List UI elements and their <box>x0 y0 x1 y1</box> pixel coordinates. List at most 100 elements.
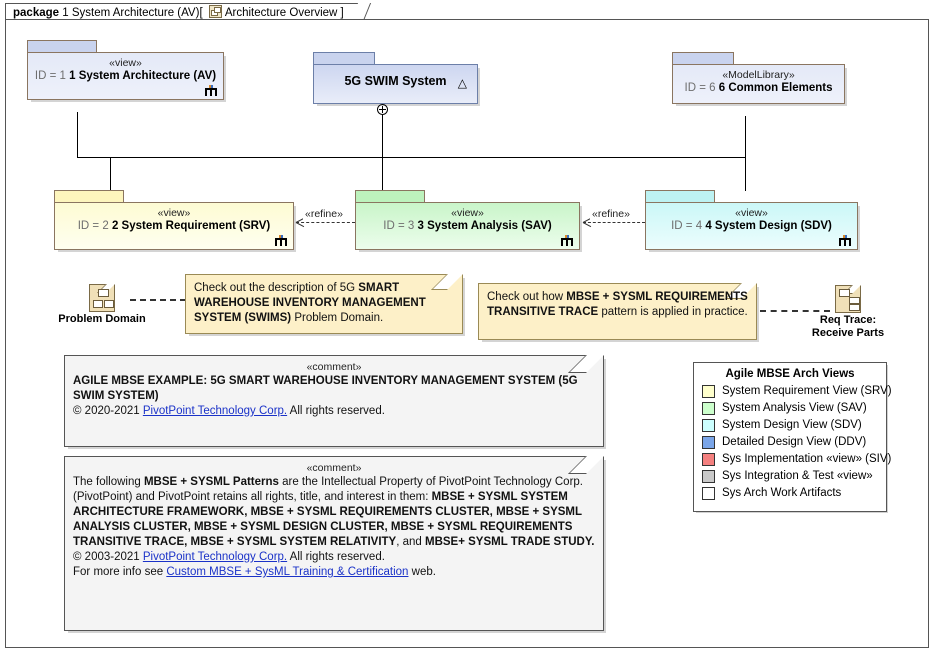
comment-web: web. <box>408 566 436 578</box>
refine-label: «refine» <box>590 208 632 220</box>
legend-item-sav: System Analysis View (SAV) <box>694 400 886 417</box>
legend-swatch <box>702 453 715 466</box>
comment-body: The following MBSE + SYSML Patterns are … <box>65 474 603 584</box>
package-body: «view» ID = 3 3 System Analysis (SAV) <box>355 202 580 250</box>
package-stereotype: «view» <box>451 207 484 219</box>
note-swims-description[interactable]: Check out the description of 5G SMART WA… <box>185 274 463 334</box>
legend-title: Agile MBSE Arch Views <box>725 368 855 380</box>
comment-moreinfo: For more info see <box>73 566 167 578</box>
note-run-0: Check out the description of 5G <box>194 282 359 294</box>
frame-close-bracket: ] <box>340 7 344 19</box>
legend-item-sit: Sys Integration & Test «view» <box>694 468 886 485</box>
legend-label: System Design View (SDV) <box>722 419 862 431</box>
package-body: «view» ID = 1 1 System Architecture (AV) <box>27 52 224 100</box>
package-name: 6 Common Elements <box>718 82 833 94</box>
legend-item-artifacts: Sys Arch Work Artifacts <box>694 485 886 502</box>
package-title: ID = 2 2 System Requirement (SRV) <box>61 219 287 233</box>
link-pivotpoint[interactable]: PivotPoint Technology Corp. <box>143 551 287 563</box>
package-id: ID = 6 <box>684 82 716 94</box>
package-body: «ModelLibrary» ID = 6 6 Common Elements <box>672 64 845 104</box>
legend-label: Detailed Design View (DDV) <box>722 436 867 448</box>
frame-package-name: 1 System Architecture (AV) <box>62 7 200 19</box>
comment-ip-notice[interactable]: «comment» The following MBSE + SYSML Pat… <box>64 456 604 631</box>
note-run-0: Check out how <box>487 291 567 303</box>
comment-run-4: , and <box>396 536 425 548</box>
comment-body: AGILE MBSE EXAMPLE: 5G SMART WAREHOUSE I… <box>65 373 603 423</box>
package-5g-swim-system[interactable]: 5G SWIM System △ <box>313 52 478 104</box>
package-stereotype: «view» <box>157 207 191 219</box>
package-title: ID = 4 4 System Design (SDV) <box>652 219 851 233</box>
legend-item-ddv: Detailed Design View (DDV) <box>694 434 886 451</box>
frame-keyword: package <box>13 7 60 19</box>
package-system-requirement[interactable]: «view» ID = 2 2 System Requirement (SRV) <box>54 190 294 250</box>
comment-agile-mbse-example[interactable]: «comment» AGILE MBSE EXAMPLE: 5G SMART W… <box>64 355 604 447</box>
link-training-certification[interactable]: Custom MBSE + SysML Training & Certifica… <box>166 566 408 578</box>
package-system-analysis[interactable]: «view» ID = 3 3 System Analysis (SAV) <box>355 190 580 250</box>
note-transitive-trace[interactable]: Check out how MBSE + SYSML REQUIREMENTS … <box>478 283 757 340</box>
package-stereotype: «view» <box>735 207 768 219</box>
anchor-problem-domain-note <box>130 299 186 301</box>
view-stereotype-icon <box>839 235 852 246</box>
legend-swatch <box>702 385 715 398</box>
package-system-architecture[interactable]: «view» ID = 1 1 System Architecture (AV) <box>27 40 224 100</box>
frame-diagram-name: Architecture Overview <box>224 7 338 19</box>
package-stereotype: «view» <box>109 57 142 69</box>
comment-run-1: MBSE + SYSML Patterns <box>143 476 279 488</box>
link-pivotpoint[interactable]: PivotPoint Technology Corp. <box>143 405 287 417</box>
legend-label: Sys Arch Work Artifacts <box>722 487 842 499</box>
package-name: 5G SWIM System <box>344 74 447 88</box>
artifact-icon <box>835 285 861 313</box>
legend-swatch <box>702 436 715 449</box>
artifact-icon <box>89 284 115 312</box>
legend-label: Sys Integration & Test «view» <box>722 470 873 482</box>
package-id: ID = 1 <box>34 70 66 82</box>
artifact-label: Req Trace: Receive Parts <box>811 314 885 339</box>
note-run-2: Problem Domain. <box>291 312 384 324</box>
connector-modellib-to-sdv <box>745 116 746 191</box>
legend-label: Sys Implementation «view» (SIV) <box>722 453 892 465</box>
legend-swatch <box>702 487 715 500</box>
refine-label: «refine» <box>303 208 345 220</box>
note-run-2: pattern is applied in practice. <box>598 306 748 318</box>
package-name: 2 System Requirement (SRV) <box>111 220 271 232</box>
package-stereotype: «ModelLibrary» <box>722 69 795 81</box>
comment-run-0: The following <box>73 476 144 488</box>
connector-swim-to-sav <box>382 104 383 191</box>
legend-label: System Analysis View (SAV) <box>722 402 867 414</box>
view-stereotype-icon <box>205 85 218 96</box>
comment-rights: All rights reserved. <box>287 405 385 417</box>
refine-dependency-sav-to-srv[interactable]: «refine» <box>295 208 355 233</box>
legend-item-srv: System Requirement View (SRV) <box>694 383 892 400</box>
frame-open-bracket: [ <box>199 7 203 19</box>
package-name: 1 System Architecture (AV) <box>69 70 217 82</box>
package-body: 5G SWIM System △ <box>313 64 478 104</box>
package-common-elements[interactable]: «ModelLibrary» ID = 6 6 Common Elements <box>672 52 845 104</box>
view-stereotype-icon <box>561 235 574 246</box>
legend-panel: Agile MBSE Arch Views System Requirement… <box>693 362 892 512</box>
comment-title: AGILE MBSE EXAMPLE: 5G SMART WAREHOUSE I… <box>73 375 578 402</box>
note-text: Check out the description of 5G SMART WA… <box>186 275 462 333</box>
package-title: ID = 3 3 System Analysis (SAV) <box>362 219 573 233</box>
package-title: ID = 6 6 Common Elements <box>679 81 838 95</box>
package-body: «view» ID = 2 2 System Requirement (SRV) <box>54 202 294 250</box>
package-name: 3 System Analysis (SAV) <box>417 220 552 232</box>
view-stereotype-icon <box>275 235 288 246</box>
legend-item-siv: Sys Implementation «view» (SIV) <box>694 451 891 468</box>
legend-label: System Requirement View (SRV) <box>722 385 892 397</box>
package-body: «view» ID = 4 4 System Design (SDV) <box>645 202 858 250</box>
artifact-req-trace[interactable]: Req Trace: Receive Parts <box>798 285 898 340</box>
package-name: 4 System Design (SDV) <box>705 220 832 232</box>
legend-item-sdv: System Design View (SDV) <box>694 417 886 434</box>
package-id: ID = 2 <box>77 220 109 232</box>
comment-copyright: © 2003-2021 <box>73 551 143 563</box>
artifact-problem-domain[interactable]: Problem Domain <box>52 284 152 326</box>
refine-dependency-sdv-to-sav[interactable]: «refine» <box>582 208 645 233</box>
note-text: Check out how MBSE + SYSML REQUIREMENTS … <box>479 284 756 339</box>
comment-copyright: © 2020-2021 <box>73 405 143 417</box>
package-system-design[interactable]: «view» ID = 4 4 System Design (SDV) <box>645 190 858 250</box>
package-id: ID = 3 <box>383 220 415 232</box>
connector-sysarch-down <box>77 112 78 158</box>
comment-stereotype: «comment» <box>306 462 362 474</box>
diagram-canvas: package 1 System Architecture (AV)[ Arch… <box>0 0 935 655</box>
comment-stereotype: «comment» <box>306 361 362 373</box>
